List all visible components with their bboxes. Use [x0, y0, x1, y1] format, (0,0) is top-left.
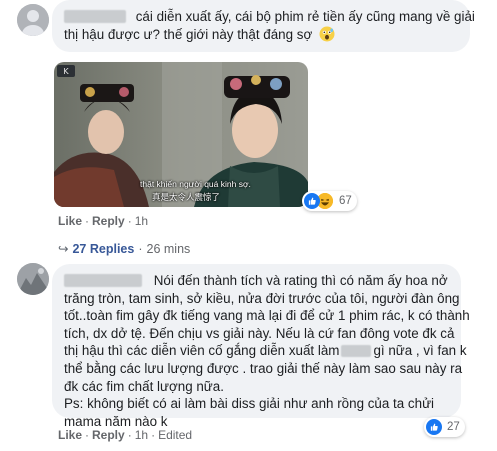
attached-drama-screenshot[interactable]: K thật khiến người quá kinh sợ. 真是太令人震惊了 — [54, 62, 308, 207]
comment-text-line: gì nữa , vì fan k — [373, 343, 467, 359]
commenter-name-redacted[interactable] — [64, 10, 126, 23]
comment-text-line: Ps: không biết có ai làm bài diss giải n… — [64, 396, 435, 412]
reaction-count: 67 — [339, 195, 352, 207]
comment-bubble: cái diễn xuất ấy, cái bộ phim rẻ tiền ấy… — [52, 0, 475, 52]
comment-text-line: đk các fim chất lượng nữa. — [64, 378, 224, 394]
channel-logo: K — [63, 67, 69, 76]
replies-count-link[interactable]: 27 Replies — [72, 242, 134, 256]
like-link[interactable]: Like — [58, 428, 82, 442]
comment-timestamp[interactable]: 1h — [135, 214, 148, 228]
comment-text-line: cái diễn xuất ấy, cái bộ phim rẻ tiền ấy… — [135, 9, 475, 24]
comment-bubble: Nói đến thành tích và rating thì có năm … — [52, 264, 470, 429]
scared-face-emoji-icon — [319, 26, 335, 42]
reply-link[interactable]: Reply — [92, 214, 125, 228]
view-replies[interactable]: ↪ 27 Replies · 26 mins — [58, 241, 190, 256]
like-link[interactable]: Like — [58, 214, 82, 228]
comment-text-line: thị hậu được ư? thế giới này thật đáng s… — [64, 26, 313, 42]
reaction-count: 27 — [447, 421, 460, 433]
photo-subtitle-zh: 真是太令人震惊了 — [152, 192, 221, 202]
commenter-name-redacted[interactable] — [64, 274, 142, 287]
avatar-icon — [17, 263, 49, 295]
comment-text-line: tốt..toàn fim gây đk tiếng vang mà lại đ… — [64, 308, 470, 324]
comment-text-line: Nói đến thành tích và rating thì có năm … — [153, 273, 448, 288]
commenter-avatar[interactable] — [17, 4, 49, 36]
reaction-summary[interactable]: 67 — [302, 191, 357, 211]
like-icon — [426, 419, 442, 435]
replies-timestamp: 26 mins — [146, 242, 191, 256]
commenter-avatar[interactable] — [17, 263, 49, 295]
comment-timestamp[interactable]: 1h — [135, 428, 148, 442]
reaction-summary[interactable]: 27 — [424, 417, 465, 437]
comment-actions: Like · Reply · 1h · Edited — [58, 428, 193, 442]
comment-text-line: tích, dx dở tệ. Đến chịu vs giải này. Nế… — [64, 325, 455, 341]
comment-actions: Like · Reply · 1h — [58, 214, 149, 228]
like-icon — [304, 193, 320, 209]
reply-link[interactable]: Reply — [92, 428, 125, 442]
avatar-icon — [17, 4, 49, 36]
photo-subtitle-vi: thật khiến người quá kinh sợ. — [140, 179, 251, 189]
comment-text-line: thể bằng các lưu lượng được . trao giải … — [64, 360, 463, 376]
edited-label[interactable]: Edited — [158, 428, 192, 442]
comment-text-line: thị hậu thì các diễn viên cố gắng diễn x… — [64, 343, 340, 359]
reply-arrow-icon: ↪ — [58, 242, 69, 256]
comment-text-line: trăng tròn, tam sinh, sở kiều, nửa đời t… — [64, 290, 460, 306]
redacted-name-mention — [341, 345, 372, 358]
